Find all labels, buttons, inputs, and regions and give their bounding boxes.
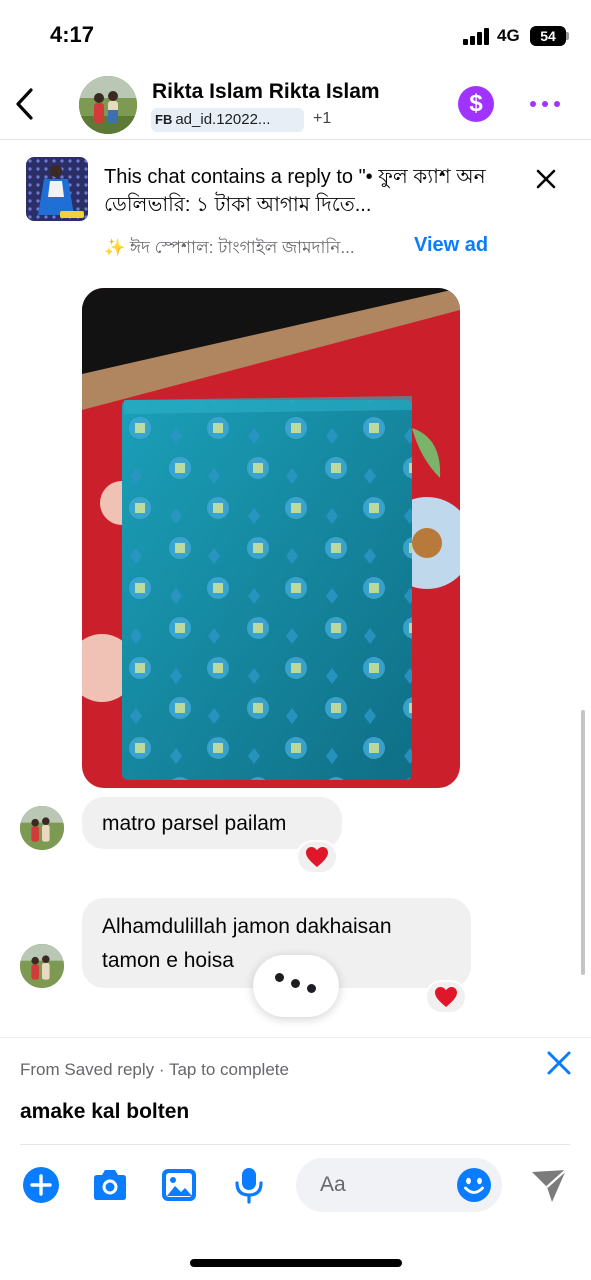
scrollbar[interactable] [581, 710, 585, 975]
add-button[interactable] [22, 1166, 60, 1204]
battery-level: 54 [540, 28, 556, 44]
heart-icon [435, 987, 457, 1007]
heart-reaction[interactable] [296, 840, 338, 874]
close-icon [547, 1051, 571, 1075]
send-button[interactable] [530, 1168, 568, 1204]
microphone-icon [235, 1168, 263, 1204]
status-time: 4:17 [50, 22, 95, 47]
typing-indicator [253, 955, 339, 1017]
home-indicator[interactable] [190, 1259, 402, 1267]
plus-circle-icon [23, 1167, 59, 1203]
message-bubble[interactable]: matro parsel pailam [82, 797, 342, 849]
cellular-signal-icon [463, 28, 491, 45]
emoji-button[interactable] [456, 1167, 492, 1203]
contact-name[interactable]: Rikta Islam Rikta Islam [152, 80, 380, 104]
ad-thumbnail-image-icon [26, 157, 88, 221]
voice-button[interactable] [230, 1166, 268, 1204]
ad-id-text: ad_id.12022... [175, 111, 271, 128]
status-bar: 4:17 4G 54 [0, 0, 591, 70]
close-saved-reply-button[interactable] [544, 1048, 574, 1078]
close-banner-button[interactable] [532, 165, 560, 193]
image-icon [162, 1169, 196, 1201]
battery-icon: 54 [530, 26, 566, 46]
saved-reply-hint: From Saved reply · Tap to complete [20, 1060, 289, 1079]
ad-subtitle: ✨ ঈদ স্পেশাল: টাংগাইল জামদানি... [104, 238, 355, 257]
sender-avatar[interactable] [20, 944, 64, 988]
ad-id-chip[interactable]: FB ad_id.12022... [151, 108, 304, 132]
smiley-icon [457, 1168, 491, 1202]
avatar-photo-icon [20, 944, 64, 988]
ad-reply-text: This chat contains a reply to "• ফুল ক্য… [104, 166, 486, 216]
divider [20, 1144, 570, 1145]
fb-tag: FB [155, 112, 173, 127]
saree-photo-icon [82, 288, 460, 788]
battery-cap [566, 32, 569, 40]
photo-message[interactable] [82, 288, 460, 788]
saved-reply-text[interactable]: amake kal bolten [20, 1100, 189, 1124]
message-composer [0, 1150, 591, 1230]
sender-avatar[interactable] [20, 806, 64, 850]
chevron-left-icon [16, 88, 33, 120]
camera-button[interactable] [91, 1166, 129, 1204]
heart-icon [306, 847, 328, 867]
network-type: 4G [497, 26, 520, 45]
ad-thumbnail[interactable] [26, 157, 88, 221]
contact-avatar[interactable] [79, 76, 137, 134]
gallery-button[interactable] [160, 1166, 198, 1204]
view-ad-link[interactable]: View ad [414, 234, 488, 257]
heart-reaction[interactable] [425, 980, 467, 1014]
extra-count[interactable]: +1 [313, 110, 331, 128]
avatar-photo-icon [79, 76, 137, 134]
back-button[interactable] [10, 84, 40, 124]
send-arrow-icon [532, 1169, 567, 1202]
avatar-photo-icon [20, 806, 64, 850]
chat-header: Rikta Islam Rikta Islam FB ad_id.12022...… [0, 70, 591, 140]
ad-context-banner: This chat contains a reply to "• ফুল ক্য… [0, 141, 591, 271]
dollar-icon[interactable]: $ [458, 86, 494, 122]
camera-icon [94, 1170, 126, 1200]
more-options-icon[interactable] [528, 92, 562, 116]
saved-reply-panel: From Saved reply · Tap to complete amake… [0, 1037, 591, 1145]
close-icon [536, 169, 556, 189]
